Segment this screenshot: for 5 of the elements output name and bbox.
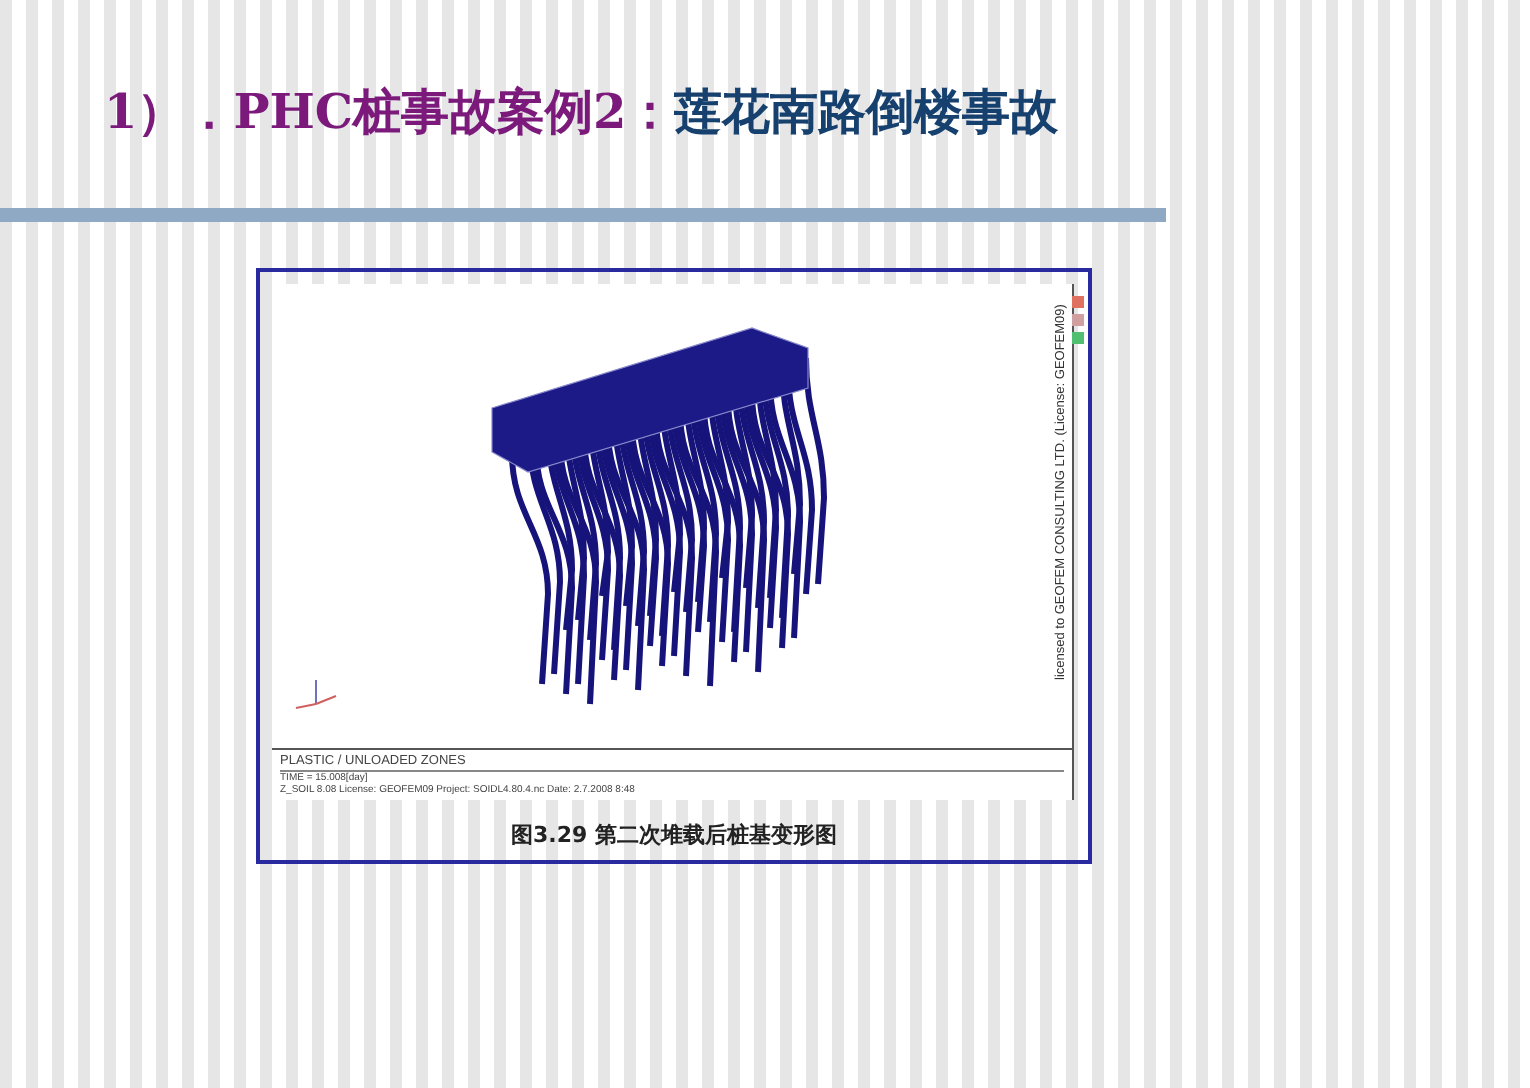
slide-title: 莲花南路倒楼事故: [674, 82, 1059, 140]
slide-title: 1）．PHC桩事故案例2：: [104, 82, 675, 140]
legend-swatch-icon: [1072, 296, 1084, 348]
figure-caption: 图3.29 第二次堆载后桩基变形图: [509, 820, 839, 850]
axes-icon: [295, 679, 337, 709]
